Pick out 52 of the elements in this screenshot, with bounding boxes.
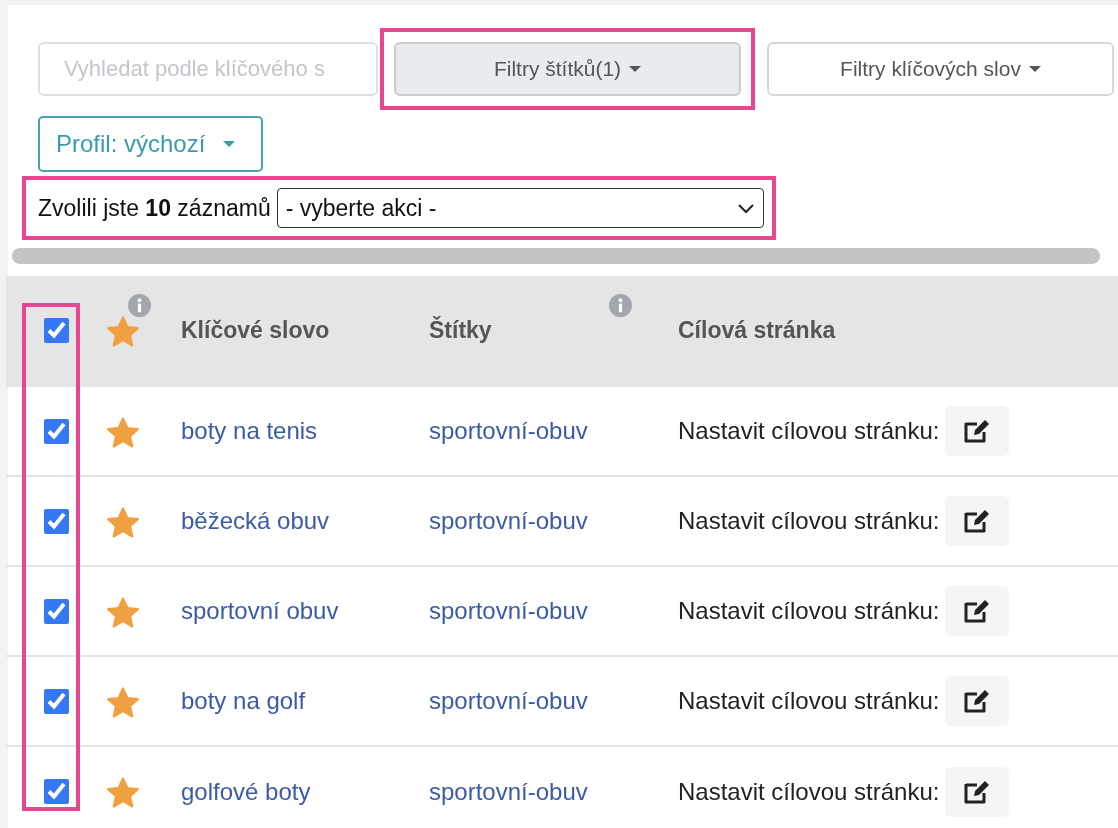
edit-button[interactable] <box>945 676 1010 726</box>
tag-link[interactable]: sportovní-obuv <box>429 597 588 624</box>
filter-dropdown-button[interactable]: Filtry klíčových slov <box>767 42 1114 96</box>
column-header: Klíčové slovo <box>181 317 330 344</box>
edit-button[interactable] <box>945 586 1010 636</box>
tag-link[interactable]: sportovní-obuv <box>429 417 588 444</box>
keyword-link[interactable]: boty na golf <box>181 687 306 714</box>
target-label: Nastavit cílovou stránku: <box>678 416 940 446</box>
edit-icon <box>963 508 992 534</box>
star-icon[interactable] <box>106 777 140 810</box>
selection-count-text: Zvolili jste 10 záznamů <box>38 193 271 223</box>
target-label: Nastavit cílovou stránku: <box>678 776 940 807</box>
target-label: Nastavit cílovou stránku: <box>678 686 940 716</box>
edit-icon <box>963 598 992 624</box>
info-icon[interactable] <box>128 294 151 317</box>
column-header: Cílová stránka <box>678 317 836 344</box>
scrollbar[interactable] <box>12 248 1100 264</box>
checkbox[interactable] <box>44 598 69 624</box>
caret-icon <box>223 141 236 147</box>
tag-link[interactable]: sportovní-obuv <box>429 687 588 714</box>
star-icon[interactable] <box>106 416 140 449</box>
target-label: Nastavit cílovou stránku: <box>678 596 940 626</box>
chevron-down-icon <box>736 202 755 214</box>
keyword-link[interactable]: golfové boty <box>181 777 311 805</box>
checkbox[interactable] <box>44 688 69 714</box>
caret-icon <box>629 66 642 72</box>
search-field[interactable]: Vyhledat podle klíčového s <box>38 42 378 96</box>
edit-button[interactable] <box>945 496 1010 546</box>
target-label: Nastavit cílovou stránku: <box>678 506 940 536</box>
tag-link[interactable]: sportovní-obuv <box>429 507 588 534</box>
info-icon[interactable] <box>609 294 632 317</box>
star-icon[interactable] <box>106 506 140 539</box>
keyword-link[interactable]: běžecká obuv <box>181 507 330 534</box>
edit-button[interactable] <box>945 406 1010 456</box>
checkbox[interactable] <box>44 418 69 444</box>
keyword-link[interactable]: boty na tenis <box>181 417 318 444</box>
caret-icon <box>1028 66 1041 72</box>
star-icon[interactable] <box>106 686 140 719</box>
checkbox[interactable] <box>44 318 69 343</box>
edit-button[interactable] <box>945 766 1010 817</box>
star-icon[interactable] <box>106 315 140 348</box>
filter-dropdown-button[interactable]: Filtry štítků(1) <box>394 42 741 96</box>
checkbox[interactable] <box>44 779 69 804</box>
tag-link[interactable]: sportovní-obuv <box>429 777 588 805</box>
checkbox[interactable] <box>44 508 69 534</box>
star-icon[interactable] <box>106 596 140 629</box>
action-select[interactable]: - vyberte akci - <box>276 188 764 228</box>
edit-icon <box>963 778 992 805</box>
column-header: Štítky <box>429 317 492 344</box>
edit-icon <box>963 418 992 444</box>
edit-icon <box>963 688 992 714</box>
keyword-link[interactable]: sportovní obuv <box>181 597 339 624</box>
